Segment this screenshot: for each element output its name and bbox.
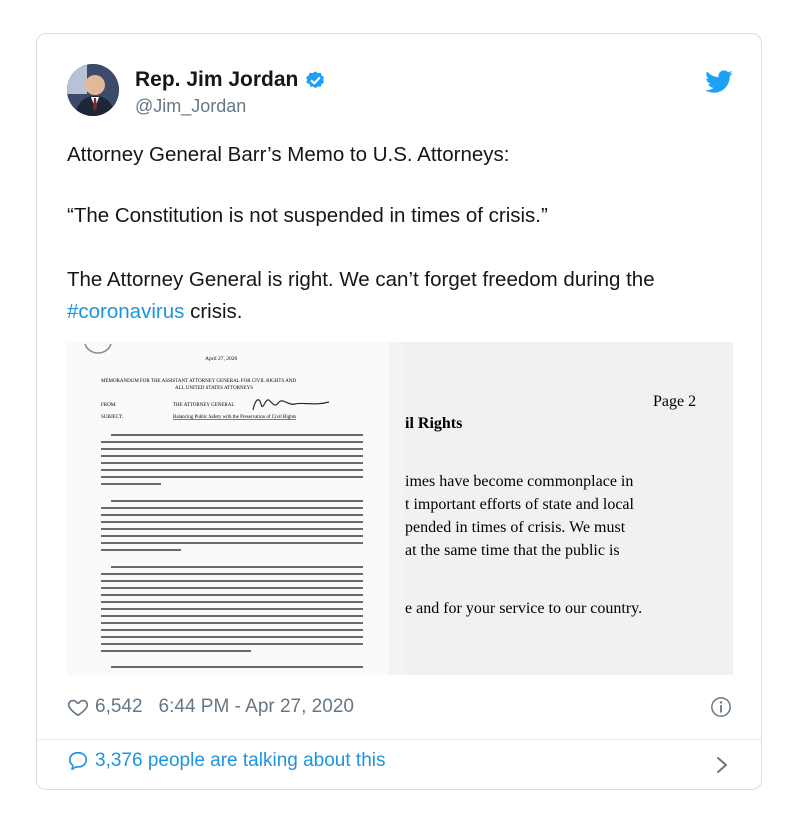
author-handle[interactable]: @Jim_Jordan [135,96,246,117]
tweet-quote: “The Constitution is not suspended in ti… [67,204,548,227]
comment-bubble-icon [68,751,88,771]
memo-section-title: il Rights [405,415,462,432]
signature [252,399,330,411]
footer-divider [37,739,761,740]
memo-page-number: Page 2 [653,393,696,410]
conversation-text: 3,376 people are talking about this [95,750,386,771]
memo-subject-value: Balancing Public Safety with the Preserv… [173,415,296,420]
conversation-link[interactable]: 3,376 people are talking about this [67,750,386,772]
memo-header-2: ALL UNITED STATES ATTORNEYS [175,386,253,391]
memo-subject-label: SUBJECT: [101,415,123,420]
memo-body-lines [101,434,363,668]
memo-from-value: THE ATTORNEY GENERAL [173,403,234,408]
tweet-timestamp[interactable]: 6:44 PM - Apr 27, 2020 [159,696,354,718]
memo-line-1: imes have become commonplace in [405,473,633,490]
tweet-line-4: #coronavirus crisis. [67,297,747,327]
memo-from-label: FROM: [101,403,117,408]
memo-line-5: e and for your service to our country. [405,600,642,617]
tweet-media-image[interactable]: April 27, 2020 MEMORANDUM FOR THE ASSIST… [67,342,733,675]
tweet-line-1: Attorney General Barr’s Memo to U.S. Att… [67,143,510,166]
like-count[interactable]: 6,542 [95,696,143,718]
memo-line-3: pended in times of crisis. We must [405,519,626,536]
chevron-right-icon[interactable] [715,755,729,775]
memo-page-1: April 27, 2020 MEMORANDUM FOR THE ASSIST… [67,342,389,675]
heart-icon[interactable] [67,696,89,718]
avatar[interactable] [67,64,119,116]
verified-badge-icon [306,70,325,88]
memo-line-2: t important efforts of state and local [405,496,635,513]
tweet-card: Rep. Jim Jordan @Jim_Jordan Attorney Gen… [36,33,762,790]
memo-date: April 27, 2020 [205,356,237,362]
memo-line-4: at the same time that the public is [405,542,620,559]
author-name[interactable]: Rep. Jim Jordan [135,68,298,92]
memo-header-1: MEMORANDUM FOR THE ASSISTANT ATTORNEY GE… [101,379,296,384]
hashtag-link[interactable]: #coronavirus [67,300,184,323]
tweet-line-3: The Attorney General is right. We can’t … [67,268,655,291]
tweet-line-4-end: crisis. [184,300,243,323]
memo-page-2: Page 2 il Rights imes have become common… [405,342,733,675]
twitter-bird-icon[interactable] [705,70,733,94]
info-icon[interactable] [710,696,732,718]
